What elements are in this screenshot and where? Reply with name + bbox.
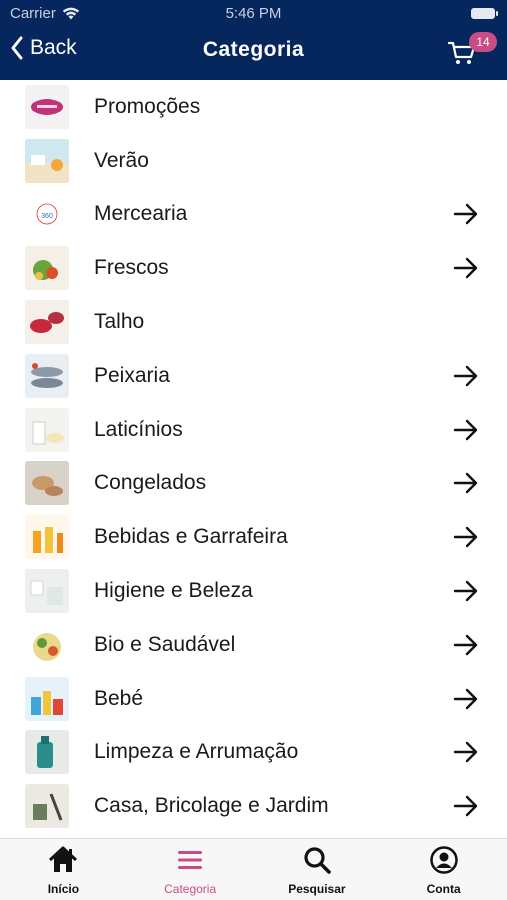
arrow-right-icon: [453, 473, 478, 494]
category-thumbnail: [25, 622, 69, 667]
category-thumbnail: 360: [25, 192, 69, 237]
tab-categoria[interactable]: Categoria: [127, 839, 254, 900]
home-icon: [49, 846, 78, 872]
arrow-right-icon: [453, 258, 478, 279]
arrow-right-icon: [453, 742, 478, 763]
category-thumbnail: [25, 246, 69, 291]
category-label: Laticínios: [94, 417, 183, 441]
category-thumbnail: [25, 676, 69, 721]
category-row[interactable]: Casa, Bricolage e Jardim: [0, 779, 507, 833]
category-label: Bebé: [94, 686, 144, 710]
tab-inicio[interactable]: Início: [0, 839, 127, 900]
category-row[interactable]: Peixaria: [0, 349, 507, 403]
tab-label: Categoria: [164, 882, 217, 896]
category-row[interactable]: Bebé: [0, 672, 507, 726]
category-row[interactable]: Bebidas e Garrafeira: [0, 510, 507, 564]
category-label: Verão: [94, 148, 149, 172]
category-thumbnail: [25, 730, 69, 775]
menu-icon: [178, 851, 203, 869]
category-row[interactable]: Higiene e Beleza: [0, 564, 507, 618]
arrow-right-icon: [453, 796, 478, 817]
arrow-right-icon: [453, 527, 478, 548]
category-thumbnail: [25, 353, 69, 398]
app-header: Carrier 5:46 PM Back Categoria 14: [0, 0, 507, 80]
battery-icon: [471, 8, 498, 19]
status-bar: Carrier 5:46 PM: [0, 0, 507, 28]
category-row[interactable]: 360 Mercearia: [0, 188, 507, 242]
tab-conta[interactable]: Conta: [380, 839, 507, 900]
category-row[interactable]: Bio e Saudável: [0, 618, 507, 672]
navigation-bar: Back Categoria 14: [0, 30, 507, 76]
category-row[interactable]: Congelados: [0, 457, 507, 511]
category-thumbnail: [25, 138, 69, 183]
category-row[interactable]: Laticínios: [0, 403, 507, 457]
cart-button[interactable]: 14: [443, 32, 497, 70]
category-label: Congelados: [94, 471, 207, 495]
arrow-right-icon: [453, 634, 478, 656]
tab-pesquisar[interactable]: Pesquisar: [254, 839, 381, 900]
category-thumbnail: [25, 461, 69, 506]
category-row[interactable]: Verão: [0, 134, 507, 188]
category-label: Casa, Bricolage e Jardim: [94, 794, 329, 818]
arrow-right-icon: [453, 204, 478, 225]
category-label: Limpeza e Arrumação: [94, 740, 299, 764]
category-list: Promoções Verão 360 Mercearia Frescos Talho Pe…: [0, 80, 507, 838]
category-row[interactable]: Talho: [0, 295, 507, 349]
tab-bar: Início Categoria Pesquisar Conta: [0, 838, 507, 900]
category-label: Promoções: [94, 94, 201, 118]
category-label: Bio e Saudável: [94, 632, 236, 656]
category-thumbnail: [25, 569, 69, 614]
category-label: Frescos: [94, 256, 169, 280]
category-row[interactable]: Promoções: [0, 80, 507, 134]
arrow-right-icon: [453, 688, 478, 709]
svg-text:360: 360: [41, 213, 53, 220]
tab-label: Conta: [426, 882, 461, 896]
category-label: Bebidas e Garrafeira: [94, 525, 288, 549]
search-icon: [304, 847, 331, 874]
category-thumbnail: [25, 84, 69, 129]
category-thumbnail: [25, 515, 69, 560]
category-label: Higiene e Beleza: [94, 579, 253, 603]
arrow-right-icon: [453, 365, 478, 387]
category-thumbnail: [25, 407, 69, 452]
category-label: Peixaria: [94, 363, 170, 387]
account-icon: [429, 846, 458, 874]
status-time: 5:46 PM: [225, 5, 282, 22]
category-row[interactable]: Frescos: [0, 241, 507, 295]
category-thumbnail: [25, 784, 69, 829]
tab-label: Início: [47, 882, 80, 896]
page-title: Categoria: [202, 38, 305, 61]
arrow-right-icon: [453, 419, 478, 440]
tab-label: Pesquisar: [288, 882, 346, 896]
arrow-right-icon: [453, 580, 478, 602]
category-label: Talho: [94, 310, 145, 334]
cart-count-badge: 14: [469, 32, 497, 52]
category-label: Mercearia: [94, 202, 188, 226]
category-thumbnail: [25, 300, 69, 345]
category-row[interactable]: Limpeza e Arrumação: [0, 726, 507, 780]
